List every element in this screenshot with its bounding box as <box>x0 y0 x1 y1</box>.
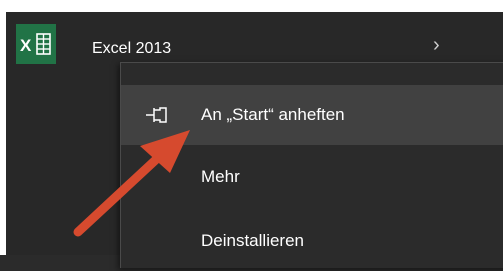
menu-item-label: An „Start“ anheften <box>201 105 345 124</box>
chevron-right-icon[interactable]: › <box>433 34 440 57</box>
pin-icon <box>146 107 167 123</box>
app-name: Excel 2013 <box>92 40 172 57</box>
svg-text:X: X <box>20 36 32 55</box>
menu-item-label: Mehr <box>201 167 240 186</box>
screenshot-frame: X Excel 2013 › An „Start“ anheften Mehr … <box>0 0 503 268</box>
menu-item-more[interactable]: Mehr <box>121 147 503 207</box>
start-menu: X Excel 2013 › An „Start“ anheften Mehr … <box>6 12 503 268</box>
menu-item-label: Deinstallieren <box>201 231 304 250</box>
excel-icon: X <box>16 24 56 64</box>
menu-item-pin-to-start[interactable]: An „Start“ anheften <box>121 85 503 145</box>
context-menu: An „Start“ anheften Mehr Deinstallieren <box>120 62 503 268</box>
menu-item-uninstall[interactable]: Deinstallieren <box>121 211 503 271</box>
